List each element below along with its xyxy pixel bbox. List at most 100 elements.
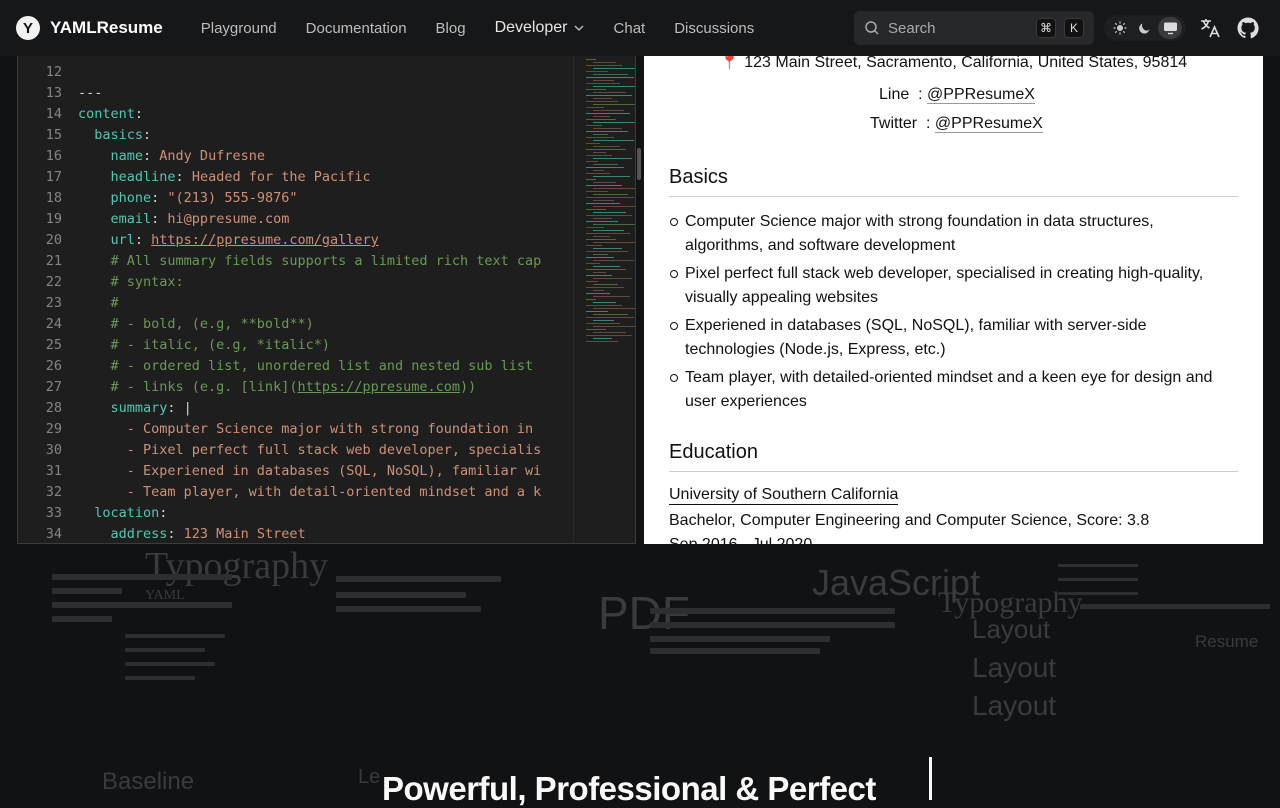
code-line[interactable]: 26 # - ordered list, unordered list and … — [18, 356, 558, 377]
code-text: summary: | — [78, 400, 192, 416]
list-item: Team player, with detailed-oriented mind… — [670, 366, 1235, 414]
code-text: # syntax: — [78, 274, 184, 290]
kbd-cmd: ⌘ — [1036, 18, 1056, 38]
code-line[interactable]: 24 # - bold, (e.g, **bold**) — [18, 314, 558, 335]
line-number: 14 — [45, 106, 62, 122]
bg-word: Layout — [972, 690, 1057, 721]
code-line[interactable]: 16 name: Andy Dufresne — [18, 146, 558, 167]
search-bar[interactable]: Search ⌘ K — [854, 11, 1094, 45]
code-line[interactable]: 19 email: hi@ppresume.com — [18, 209, 558, 230]
monitor-icon[interactable] — [1158, 17, 1183, 39]
code-line[interactable]: 25 # - italic, (e.g, *italic*) — [18, 335, 558, 356]
code-line[interactable]: 21 # All summary fields supports a limit… — [18, 251, 558, 272]
code-text: # — [78, 295, 119, 311]
brand-logo: Y — [16, 16, 40, 40]
code-line[interactable]: 22 # syntax: — [18, 272, 558, 293]
code-line[interactable]: 29 - Computer Science major with strong … — [18, 419, 558, 440]
line-number: 31 — [45, 463, 62, 479]
search-icon — [865, 21, 879, 35]
section-title-education: Education — [669, 441, 758, 463]
moon-icon[interactable] — [1133, 17, 1157, 39]
line-number: 25 — [45, 337, 62, 353]
contact-twitter: Twitter : @PPResumeX — [870, 115, 1043, 133]
code-line[interactable]: 28 summary: | — [18, 398, 558, 419]
bg-word: Le — [358, 766, 381, 788]
code-line[interactable]: 20 url: https://ppresume.com/gallery — [18, 230, 558, 251]
sun-icon[interactable] — [1108, 17, 1132, 39]
code-line[interactable]: 18 phone: "(213) 555-9876" — [18, 188, 558, 209]
code-text: location: — [78, 505, 168, 521]
contact-label: Twitter — [870, 115, 918, 132]
line-number: 17 — [45, 169, 62, 185]
pin-icon: 📍 — [719, 56, 740, 71]
line-number: 32 — [45, 484, 62, 500]
education-school[interactable]: University of Southern California — [669, 486, 899, 505]
line-number: 13 — [45, 85, 62, 101]
code-text: phone: "(213) 555-9876" — [78, 190, 298, 206]
education-degree: Bachelor, Computer Engineering and Compu… — [669, 512, 1150, 529]
line-number: 15 — [45, 127, 62, 143]
code-line[interactable]: 12 — [18, 62, 558, 83]
code-text: - Team player, with detail-oriented mind… — [78, 484, 542, 500]
line-number: 29 — [45, 421, 62, 437]
nav-links: Playground Documentation Blog Developer … — [187, 19, 762, 37]
line-number: 28 — [45, 400, 62, 416]
nav-link-playground[interactable]: Playground — [193, 20, 285, 37]
editor-minimap[interactable] — [573, 56, 635, 543]
nav-link-discussions[interactable]: Discussions — [666, 20, 762, 37]
code-text: - Experiened in databases (SQL, NoSQL), … — [78, 463, 542, 479]
kbd-k: K — [1064, 18, 1084, 38]
education-dates: Sep 2016 - Jul 2020 — [669, 536, 812, 544]
code-text: # - ordered list, unordered list and nes… — [78, 358, 534, 374]
contact-link[interactable]: @PPResumeX — [934, 115, 1043, 133]
line-number: 19 — [45, 211, 62, 227]
code-line[interactable]: 34 address: 123 Main Street — [18, 524, 558, 543]
nav-link-blog[interactable]: Blog — [428, 20, 474, 37]
code-text: name: Andy Dufresne — [78, 148, 265, 164]
chevron-down-icon — [573, 25, 584, 32]
address-text: 123 Main Street, Sacramento, California,… — [744, 56, 1188, 71]
code-text: address: 123 Main Street — [78, 526, 306, 542]
line-number: 30 — [45, 442, 62, 458]
line-number: 16 — [45, 148, 62, 164]
code-line[interactable]: 13 --- — [18, 83, 558, 104]
code-line[interactable]: 32 - Team player, with detail-oriented m… — [18, 482, 558, 503]
code-line[interactable]: 17 headline: Headed for the Pacific — [18, 167, 558, 188]
line-number: 22 — [45, 274, 62, 290]
line-number: 18 — [45, 190, 62, 206]
code-line[interactable]: 30 - Pixel perfect full stack web develo… — [18, 440, 558, 461]
hero-cursor — [929, 757, 932, 800]
code-text: content: — [78, 106, 144, 122]
code-text: --- — [78, 85, 103, 101]
yaml-editor[interactable]: 12 13 --- 14 content: 15 basics: 16 name: Andy… — [17, 56, 636, 544]
line-number: 27 — [45, 379, 62, 395]
contact-link[interactable]: @PPResumeX — [927, 86, 1035, 104]
nav-link-documentation[interactable]: Documentation — [298, 20, 415, 37]
code-line[interactable]: 15 basics: — [18, 125, 558, 146]
resize-handle[interactable] — [637, 148, 641, 180]
brand-name: YAMLResume — [50, 18, 163, 37]
section-rule — [669, 196, 1238, 197]
brand[interactable]: Y YAMLResume — [16, 16, 163, 40]
code-line[interactable]: 14 content: — [18, 104, 558, 125]
bg-word: Layout — [972, 614, 1051, 644]
line-number: 34 — [45, 526, 62, 542]
translate-icon[interactable] — [1198, 16, 1222, 45]
code-line[interactable]: 33 location: — [18, 503, 558, 524]
code-line[interactable]: 31 - Experiened in databases (SQL, NoSQL… — [18, 461, 558, 482]
background-illustration: Typography YAML PDF JavaScript Typograph… — [0, 544, 1280, 800]
nav-link-developer[interactable]: Developer — [487, 19, 593, 37]
code-line[interactable]: 23 # — [18, 293, 558, 314]
bg-word: Resume — [1195, 632, 1259, 651]
line-number: 20 — [45, 232, 62, 248]
summary-list: Computer Science major with strong found… — [670, 210, 1235, 418]
code-line[interactable]: 27 # - links (e.g. [link](https://ppresu… — [18, 377, 558, 398]
line-number: 26 — [45, 358, 62, 374]
github-icon[interactable] — [1236, 16, 1260, 45]
nav-link-chat[interactable]: Chat — [606, 20, 654, 37]
line-number: 33 — [45, 505, 62, 521]
line-number: 21 — [45, 253, 62, 269]
list-item: Experiened in databases (SQL, NoSQL), fa… — [670, 314, 1235, 362]
code-text: # All summary fields supports a limited … — [78, 253, 542, 269]
bg-word: Typography — [145, 545, 329, 587]
